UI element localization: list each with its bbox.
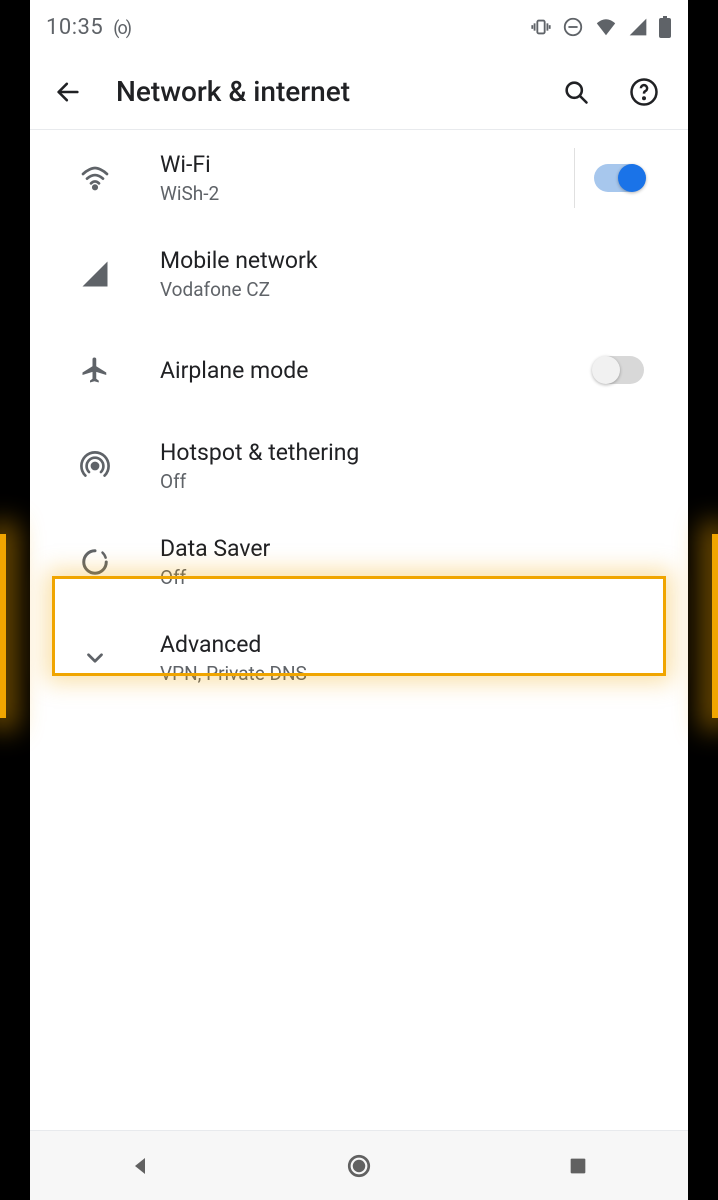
- system-nav-bar: [30, 1130, 688, 1200]
- airplane-mode-label: Airplane mode: [160, 357, 574, 384]
- data-saver-row[interactable]: Data Saver Off: [30, 514, 688, 610]
- airplane-mode-toggle[interactable]: [594, 356, 644, 384]
- wifi-status-icon: [594, 16, 618, 38]
- airplane-mode-row[interactable]: Airplane mode: [30, 322, 688, 418]
- hotspot-label: Hotspot & tethering: [160, 439, 664, 466]
- wifi-label: Wi-Fi: [160, 151, 574, 178]
- chevron-down-icon: [30, 645, 160, 671]
- status-clock: 10:35: [46, 15, 103, 40]
- advanced-label: Advanced: [160, 631, 664, 658]
- wifi-sub: WiSh-2: [160, 182, 574, 205]
- divider: [574, 148, 575, 208]
- battery-status-icon: [658, 16, 672, 38]
- data-saver-label: Data Saver: [160, 535, 664, 562]
- status-bar: 10:35 (o): [30, 0, 688, 54]
- cellular-status-icon: [628, 17, 648, 37]
- data-saver-icon: [30, 547, 160, 577]
- settings-list: Wi-Fi WiSh-2 Mobile network Vodafone CZ: [30, 130, 688, 1130]
- nav-back-button[interactable]: [110, 1136, 170, 1196]
- do-not-disturb-icon: [562, 16, 584, 38]
- search-button[interactable]: [556, 72, 596, 112]
- advanced-sub: VPN, Private DNS: [160, 662, 664, 685]
- advanced-row[interactable]: Advanced VPN, Private DNS: [30, 610, 688, 706]
- back-button[interactable]: [48, 72, 88, 112]
- highlight-left-bar: [0, 534, 6, 718]
- help-button[interactable]: [624, 72, 664, 112]
- hotspot-icon: [30, 450, 160, 482]
- data-saver-sub: Off: [160, 566, 664, 589]
- app-bar: Network & internet: [30, 54, 688, 130]
- wifi-icon: [30, 162, 160, 194]
- device-frame: 10:35 (o): [30, 0, 688, 1200]
- hotspot-row[interactable]: Hotspot & tethering Off: [30, 418, 688, 514]
- mobile-network-icon: [30, 259, 160, 289]
- wifi-toggle[interactable]: [594, 164, 644, 192]
- highlight-right-bar: [712, 534, 718, 718]
- hotspot-sub: Off: [160, 470, 664, 493]
- wifi-row[interactable]: Wi-Fi WiSh-2: [30, 130, 688, 226]
- mobile-network-row[interactable]: Mobile network Vodafone CZ: [30, 226, 688, 322]
- mobile-network-label: Mobile network: [160, 247, 664, 274]
- mobile-network-sub: Vodafone CZ: [160, 278, 664, 301]
- hotspot-indicator-icon: (o): [113, 18, 130, 39]
- nav-recents-button[interactable]: [548, 1136, 608, 1196]
- page-title: Network & internet: [116, 75, 528, 108]
- nav-home-button[interactable]: [329, 1136, 389, 1196]
- vibrate-icon: [530, 16, 552, 38]
- airplane-icon: [30, 355, 160, 385]
